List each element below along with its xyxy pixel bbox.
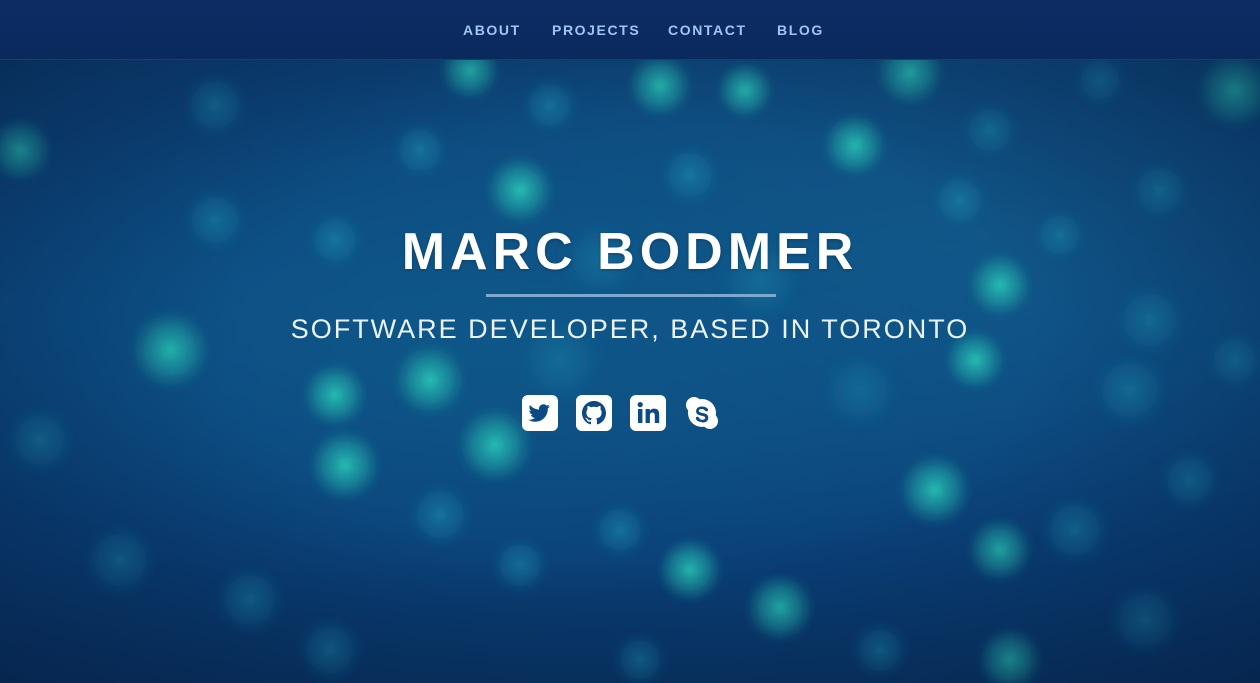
hero-tagline: SOFTWARE DEVELOPER, BASED IN TORONTO	[290, 314, 970, 344]
linkedin-icon[interactable]	[630, 395, 666, 431]
bokeh-background	[0, 60, 1260, 683]
hero-section: MARC BODMER SOFTWARE DEVELOPER, BASED IN…	[0, 60, 1260, 683]
hero-divider	[486, 294, 776, 297]
nav-link-contact[interactable]: CONTACT	[668, 21, 747, 39]
top-navigation: ABOUT PROJECTS CONTACT BLOG	[0, 0, 1260, 60]
nav-link-about[interactable]: ABOUT	[463, 21, 521, 39]
page: ABOUT PROJECTS CONTACT BLOG MARC BODMER …	[0, 0, 1260, 683]
hero-name: MARC BODMER	[401, 223, 859, 281]
skype-icon[interactable]	[684, 395, 720, 431]
nav-link-projects[interactable]: PROJECTS	[552, 21, 640, 39]
twitter-icon[interactable]	[522, 395, 558, 431]
nav-link-blog[interactable]: BLOG	[777, 21, 824, 39]
github-icon[interactable]	[576, 395, 612, 431]
